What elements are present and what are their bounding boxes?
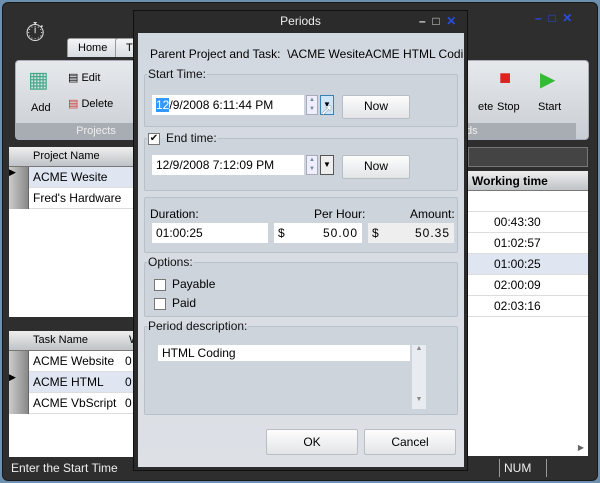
table-row[interactable]: 3900:43:30	[452, 212, 588, 233]
scroll-right-icon[interactable]: ▶	[578, 443, 584, 452]
payable-checkbox-box[interactable]	[154, 278, 166, 291]
end-now-button[interactable]: Now	[342, 155, 410, 179]
delete-icon: ▤	[68, 98, 82, 110]
delete-button[interactable]: ▤ Delete	[68, 97, 113, 110]
window-controls[interactable]: – □ ✕	[535, 11, 572, 25]
start-time-spinner[interactable]: ▲ ▼	[306, 95, 318, 115]
scroll-up-icon[interactable]: ▲	[412, 345, 426, 352]
description-group: Period description:	[144, 319, 458, 415]
tab-home[interactable]: Home	[67, 38, 119, 57]
start-now-button[interactable]: Now	[342, 95, 410, 119]
payable-checkbox[interactable]: Payable	[154, 277, 215, 291]
status-text: Enter the Start Time	[11, 461, 118, 475]
table-row[interactable]: 1001:02:57	[452, 233, 588, 254]
stop-icon: ■	[499, 67, 512, 89]
amount-display: $50.35	[368, 223, 454, 243]
end-time-dropdown[interactable]: ▼	[320, 155, 334, 175]
duration-label: Duration:	[150, 207, 199, 221]
delete-period-button[interactable]: ete	[478, 101, 493, 113]
per-hour-label: Per Hour:	[314, 207, 366, 221]
stopwatch-logo-icon[interactable]: ⏱	[25, 17, 45, 49]
dialog-window-controls[interactable]: – □ ✕	[419, 14, 456, 28]
table-row[interactable]: Fred's Hardware	[9, 187, 135, 209]
paid-checkbox-box[interactable]	[154, 297, 166, 310]
periods-group-label: ds	[466, 123, 576, 139]
parent-project-task: Parent Project and Task: \ACME WesiteACM…	[150, 47, 464, 61]
table-row[interactable]: 4602:00:09	[452, 275, 588, 296]
tasks-grid: Task NameW ACME Website0▶ACME HTML0ACME …	[9, 331, 139, 457]
edit-button[interactable]: ▤ Edit	[68, 71, 100, 84]
description-scrollbar[interactable]: ▲ ▼	[412, 345, 426, 409]
end-time-input[interactable]: 12/9/2008 7:12:09 PM	[152, 155, 304, 175]
end-time-spinner[interactable]: ▲ ▼	[306, 155, 318, 175]
periods-grid: Working time 3900:43:301001:02:570901:00…	[452, 171, 588, 456]
per-hour-input[interactable]: $50.00	[274, 223, 362, 243]
num-lock-indicator: NUM	[499, 459, 547, 477]
column-header-project-name[interactable]: Project Name	[9, 147, 135, 167]
stop-button[interactable]: Stop	[497, 101, 520, 113]
table-row[interactable]: 0901:00:25	[452, 254, 588, 275]
table-row[interactable]: 0002:03:16	[452, 296, 588, 317]
maximize-icon[interactable]: □	[548, 11, 555, 25]
end-time-checkbox[interactable]: ✔	[148, 132, 160, 145]
close-icon[interactable]: ✕	[562, 11, 572, 25]
mouse-cursor-icon: ➚	[320, 102, 334, 119]
periods-toolbar	[468, 147, 588, 167]
description-textarea[interactable]: HTML Coding	[158, 345, 410, 361]
start-button[interactable]: Start	[538, 101, 561, 113]
maximize-icon[interactable]: □	[432, 14, 439, 28]
minimize-icon[interactable]: –	[535, 11, 542, 25]
table-row[interactable]	[468, 191, 588, 212]
start-time-input[interactable]: 12/9/2008 6:11:44 PM	[152, 95, 304, 115]
close-icon[interactable]: ✕	[446, 14, 456, 28]
dialog-title: Periods	[280, 14, 321, 28]
start-icon: ▶	[540, 69, 556, 91]
table-row[interactable]: ACME Website 0	[9, 350, 135, 372]
add-button[interactable]: Add	[31, 102, 51, 114]
table-row[interactable]: ACME VbScript 0	[9, 392, 135, 414]
column-header-working-time[interactable]: Working time	[468, 171, 588, 191]
table-row[interactable]: ▶ ACME Wesite	[9, 166, 135, 188]
projects-grid: Project Name ▶ ACME Wesite Fred's Hardwar…	[9, 147, 135, 317]
table-row[interactable]: ▶ ACME HTML 0	[9, 371, 135, 393]
cancel-button[interactable]: Cancel	[364, 429, 456, 455]
amount-label: Amount:	[410, 207, 455, 221]
paid-checkbox[interactable]: Paid	[154, 296, 196, 310]
scroll-down-icon[interactable]: ▼	[412, 396, 426, 403]
periods-dialog: Periods – □ ✕ Parent Project and Task: \…	[133, 10, 468, 471]
minimize-icon[interactable]: –	[419, 14, 426, 28]
add-project-icon: ▦	[28, 67, 49, 92]
edit-icon: ▤	[68, 72, 82, 84]
ok-button[interactable]: OK	[266, 429, 358, 455]
duration-input[interactable]: 01:00:25	[152, 223, 268, 243]
dialog-body: Parent Project and Task: \ACME WesiteACM…	[138, 33, 464, 467]
column-header-task-name[interactable]: Task NameW	[9, 331, 139, 351]
